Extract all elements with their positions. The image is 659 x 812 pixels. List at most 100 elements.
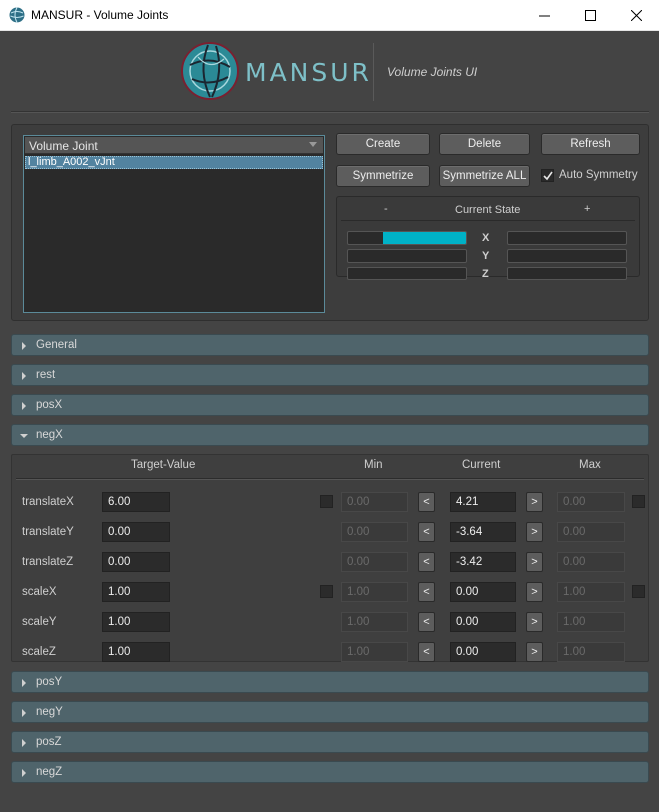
decrement-button[interactable]: < bbox=[418, 612, 435, 632]
target-value-field[interactable]: 6.00 bbox=[102, 492, 170, 512]
minimize-button[interactable] bbox=[521, 0, 567, 31]
list-item-label: l_limb_A002_vJnt bbox=[28, 156, 115, 168]
maximize-icon bbox=[584, 10, 596, 21]
symmetrize-all-button[interactable]: Symmetrize ALL bbox=[439, 165, 530, 187]
close-icon bbox=[630, 10, 642, 21]
y-axis-label: Y bbox=[482, 250, 490, 262]
max-lock-checkbox[interactable] bbox=[632, 585, 645, 598]
max-field[interactable]: 1.00 bbox=[557, 642, 625, 662]
max-field[interactable]: 1.00 bbox=[557, 582, 625, 602]
section-negy[interactable]: negY bbox=[11, 701, 649, 723]
max-lock-checkbox[interactable] bbox=[632, 495, 645, 508]
window-titlebar: MANSUR - Volume Joints bbox=[0, 0, 659, 31]
current-field[interactable]: -3.42 bbox=[450, 552, 516, 572]
joint-control-box: Volume Joint l_limb_A002_vJnt Create Del… bbox=[11, 124, 649, 321]
x-negative-fill bbox=[383, 232, 466, 244]
refresh-button[interactable]: Refresh bbox=[541, 133, 640, 155]
close-button[interactable] bbox=[613, 0, 659, 31]
create-button[interactable]: Create bbox=[336, 133, 430, 155]
state-minus-label: - bbox=[384, 203, 388, 215]
maximize-button[interactable] bbox=[567, 0, 613, 31]
target-value-field[interactable]: 0.00 bbox=[102, 552, 170, 572]
current-header: Current bbox=[462, 459, 501, 471]
chevron-down-icon bbox=[20, 434, 28, 438]
min-field[interactable]: 1.00 bbox=[341, 642, 408, 662]
main-panel: MANSUR Volume Joints UI Volume Joint l_l… bbox=[1, 31, 658, 811]
section-negx[interactable]: negX bbox=[11, 424, 649, 446]
delete-button[interactable]: Delete bbox=[439, 133, 530, 155]
auto-symmetry-checkbox[interactable]: Auto Symmetry bbox=[541, 168, 646, 184]
target-value-field[interactable]: 1.00 bbox=[102, 612, 170, 632]
chevron-right-icon bbox=[22, 739, 26, 747]
chevron-right-icon bbox=[22, 769, 26, 777]
y-positive-bar bbox=[507, 249, 627, 263]
min-field[interactable]: 0.00 bbox=[341, 552, 408, 572]
logo-text: MANSUR bbox=[245, 58, 372, 87]
current-field[interactable]: -3.64 bbox=[450, 522, 516, 542]
joint-list-header-label: Volume Joint bbox=[29, 139, 98, 153]
min-field[interactable]: 0.00 bbox=[341, 522, 408, 542]
max-field[interactable]: 0.00 bbox=[557, 492, 625, 512]
x-axis-label: X bbox=[482, 232, 490, 244]
min-field[interactable]: 0.00 bbox=[341, 492, 408, 512]
current-field[interactable]: 0.00 bbox=[450, 582, 516, 602]
current-state-title: Current State bbox=[455, 204, 521, 216]
max-field[interactable]: 0.00 bbox=[557, 552, 625, 572]
max-header: Max bbox=[579, 459, 601, 471]
increment-button[interactable]: > bbox=[526, 582, 543, 602]
x-positive-bar bbox=[507, 231, 627, 245]
minimize-icon bbox=[538, 15, 550, 17]
z-axis-label: Z bbox=[482, 268, 489, 280]
min-lock-checkbox[interactable] bbox=[320, 585, 333, 598]
chevron-right-icon bbox=[22, 709, 26, 717]
list-item[interactable]: l_limb_A002_vJnt bbox=[25, 156, 323, 169]
header-underline bbox=[16, 478, 644, 480]
section-posz[interactable]: posZ bbox=[11, 731, 649, 753]
checkmark-icon bbox=[543, 171, 553, 181]
decrement-button[interactable]: < bbox=[418, 642, 435, 662]
decrement-button[interactable]: < bbox=[418, 492, 435, 512]
symmetrize-button[interactable]: Symmetrize bbox=[336, 165, 430, 187]
max-field[interactable]: 1.00 bbox=[557, 612, 625, 632]
current-field[interactable]: 4.21 bbox=[450, 492, 516, 512]
checkbox-box[interactable] bbox=[541, 169, 554, 182]
decrement-button[interactable]: < bbox=[418, 522, 435, 542]
decrement-button[interactable]: < bbox=[418, 582, 435, 602]
current-field[interactable]: 0.00 bbox=[450, 612, 516, 632]
section-label: posX bbox=[36, 399, 63, 411]
target-value-field[interactable]: 0.00 bbox=[102, 522, 170, 542]
row-label-scalex: scaleX bbox=[22, 586, 57, 598]
negx-panel: Target-Value Min Current Max translateX … bbox=[11, 454, 649, 662]
section-general[interactable]: General bbox=[11, 334, 649, 356]
section-posx[interactable]: posX bbox=[11, 394, 649, 416]
current-state-panel: - Current State + X Y Z bbox=[336, 196, 640, 280]
app-globe-icon bbox=[9, 7, 25, 23]
x-negative-bar bbox=[347, 231, 467, 245]
min-lock-checkbox[interactable] bbox=[320, 495, 333, 508]
increment-button[interactable]: > bbox=[526, 522, 543, 542]
max-field[interactable]: 0.00 bbox=[557, 522, 625, 542]
chevron-right-icon bbox=[22, 679, 26, 687]
auto-symmetry-label: Auto Symmetry bbox=[559, 169, 638, 181]
target-value-field[interactable]: 1.00 bbox=[102, 642, 170, 662]
current-field[interactable]: 0.00 bbox=[450, 642, 516, 662]
section-label: negZ bbox=[36, 766, 63, 778]
z-positive-bar bbox=[507, 267, 627, 280]
increment-button[interactable]: > bbox=[526, 612, 543, 632]
header-divider bbox=[373, 43, 374, 101]
section-rest[interactable]: rest bbox=[11, 364, 649, 386]
row-label-translatex: translateX bbox=[22, 496, 74, 508]
target-value-field[interactable]: 1.00 bbox=[102, 582, 170, 602]
increment-button[interactable]: > bbox=[526, 492, 543, 512]
min-field[interactable]: 1.00 bbox=[341, 612, 408, 632]
joint-list-header[interactable]: Volume Joint bbox=[25, 137, 323, 154]
section-label: General bbox=[36, 339, 77, 351]
decrement-button[interactable]: < bbox=[418, 552, 435, 572]
chevron-right-icon bbox=[22, 402, 26, 410]
increment-button[interactable]: > bbox=[526, 642, 543, 662]
min-field[interactable]: 1.00 bbox=[341, 582, 408, 602]
joint-list[interactable]: Volume Joint l_limb_A002_vJnt bbox=[23, 135, 325, 313]
section-negz[interactable]: negZ bbox=[11, 761, 649, 783]
increment-button[interactable]: > bbox=[526, 552, 543, 572]
section-posy[interactable]: posY bbox=[11, 671, 649, 693]
